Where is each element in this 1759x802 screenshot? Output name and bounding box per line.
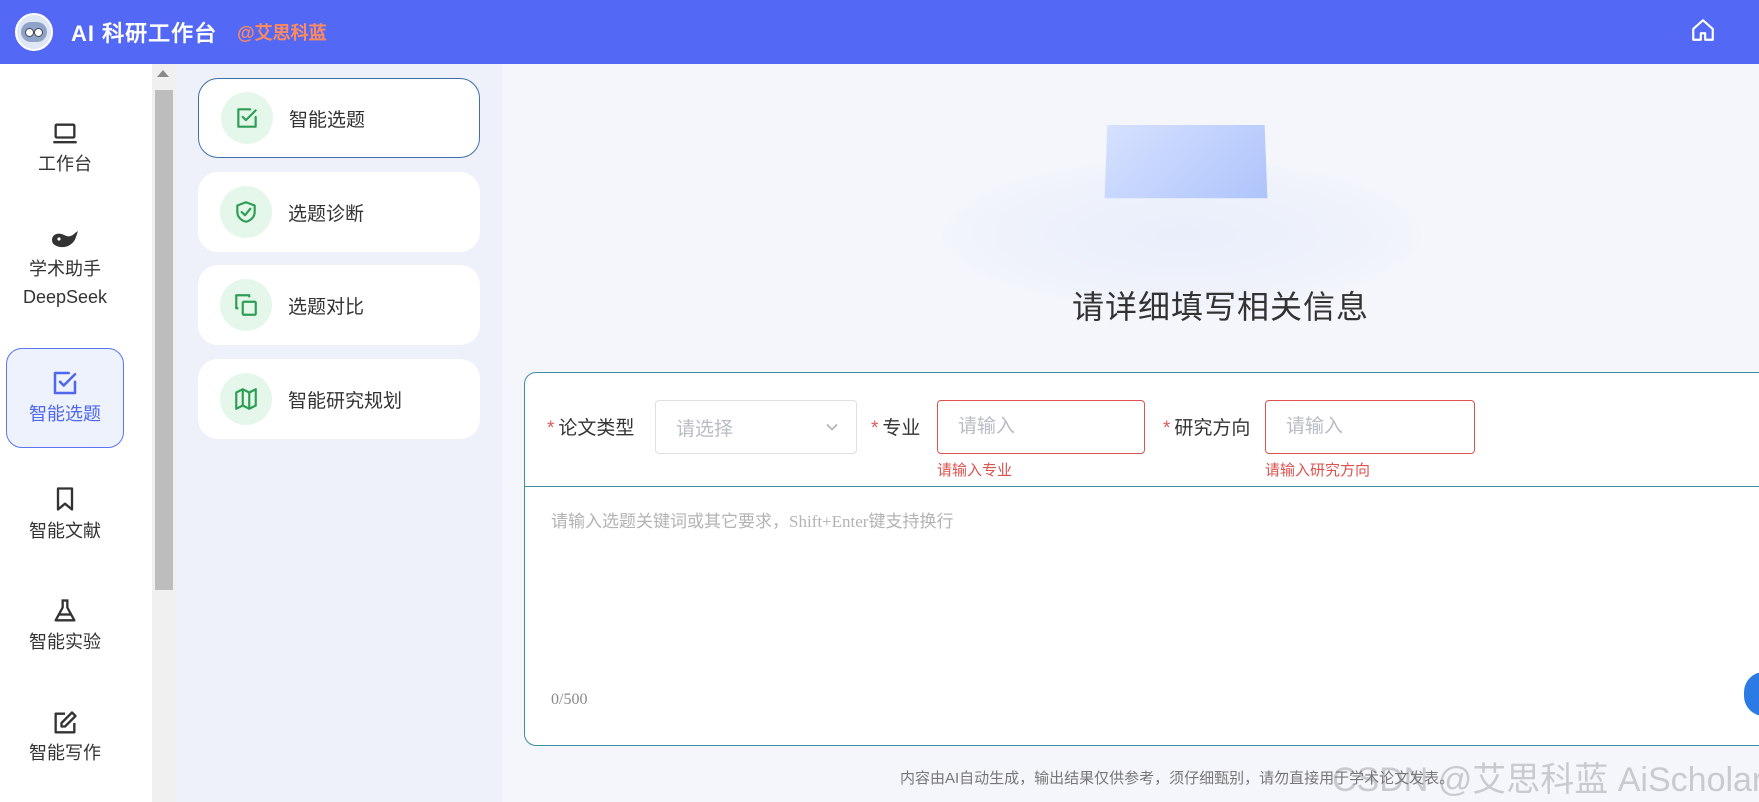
nav-item-label: 智能实验 xyxy=(29,632,101,652)
sub-item-label: 智能选题 xyxy=(289,109,366,131)
sub-item-topic-diagnosis[interactable]: 选题诊断 xyxy=(198,172,480,252)
sub-menu: 智能选题 选题诊断 选题对比 智能研究规划 xyxy=(176,64,502,802)
major-input[interactable] xyxy=(937,400,1145,454)
sub-icon-wrap xyxy=(220,279,272,331)
sub-item-label: 选题诊断 xyxy=(288,203,365,225)
home-button[interactable] xyxy=(1687,14,1719,46)
sub-item-label: 智能研究规划 xyxy=(288,390,403,412)
laptop-icon xyxy=(53,123,77,144)
checkbox-icon xyxy=(53,371,77,395)
flask-icon xyxy=(54,599,76,622)
paper-type-placeholder: 请选择 xyxy=(676,418,734,440)
sub-icon-wrap xyxy=(220,186,272,238)
scroll-up-arrow-icon[interactable] xyxy=(157,70,169,77)
sub-item-research-plan[interactable]: 智能研究规划 xyxy=(198,359,480,439)
sub-item-smart-topic[interactable]: 智能选题 xyxy=(198,78,480,158)
nav-item-label: 学术助手 xyxy=(29,259,101,279)
char-counter: 0/500 xyxy=(551,691,588,708)
whale-icon xyxy=(52,231,78,248)
form-fields-row: *论文类型 请选择 *专业 请输入专业 *研究方向 请输入研究方向 xyxy=(525,373,1759,487)
direction-input[interactable] xyxy=(1265,400,1475,454)
page-title: 请详细填写相关信息 xyxy=(1071,289,1369,325)
nav-item-smart-writing[interactable]: 智能写作 xyxy=(6,688,124,788)
top-header: AI 科研工作台 @艾思科蓝 xyxy=(0,0,1759,64)
bookmark-icon xyxy=(56,487,74,511)
home-icon xyxy=(1692,19,1714,41)
nav-item-sublabel: DeepSeek xyxy=(22,287,108,307)
watermark: CSDN @艾思科蓝 AiScholar xyxy=(1332,761,1759,799)
app-logo xyxy=(15,13,53,51)
sub-icon-wrap xyxy=(220,373,272,425)
map-icon xyxy=(235,388,257,410)
illustration-card xyxy=(1104,124,1268,199)
chevron-down-icon xyxy=(826,423,838,431)
copy-icon xyxy=(235,294,257,316)
app-handle: @艾思科蓝 xyxy=(237,23,327,43)
major-error: 请输入专业 xyxy=(937,462,1013,479)
sub-item-topic-compare[interactable]: 选题对比 xyxy=(198,265,480,345)
prompt-textarea[interactable] xyxy=(551,507,1751,687)
nav-item-label: 智能选题 xyxy=(29,404,101,424)
left-nav: 工作台 学术助手 DeepSeek 智能选题 智能文献 智能实验 智能写作 xyxy=(0,64,152,802)
nav-scrollbar[interactable] xyxy=(152,64,176,802)
sub-icon-wrap xyxy=(221,92,273,144)
nav-item-smart-literature[interactable]: 智能文献 xyxy=(6,464,124,564)
direction-label: * 研究方向 xyxy=(1163,418,1251,439)
topic-form: *论文类型 请选择 *专业 请输入专业 *研究方向 请输入研究方向 0/500 xyxy=(524,372,1759,746)
shield-check-icon xyxy=(236,201,256,223)
main-content: 请详细填写相关信息 *论文类型 请选择 *专业 请输入专业 *研究方向 请输入研… xyxy=(502,64,1759,802)
paper-type-label: * 论文类型 xyxy=(547,418,635,439)
nav-item-smart-experiment[interactable]: 智能实验 xyxy=(6,576,124,676)
nav-item-academic-assistant[interactable]: 学术助手 DeepSeek xyxy=(6,214,124,324)
nav-item-label: 智能写作 xyxy=(29,743,101,763)
edit-icon xyxy=(54,711,77,734)
nav-item-label: 智能文献 xyxy=(29,521,101,541)
direction-error: 请输入研究方向 xyxy=(1265,462,1371,479)
sub-item-label: 选题对比 xyxy=(288,296,365,318)
major-label: * 专业 xyxy=(871,418,921,439)
checkbox-icon xyxy=(237,108,257,128)
scroll-thumb[interactable] xyxy=(155,90,173,590)
nav-item-workbench[interactable]: 工作台 xyxy=(6,104,124,194)
paper-type-select[interactable]: 请选择 xyxy=(655,400,857,454)
nav-item-smart-topic[interactable]: 智能选题 xyxy=(6,348,124,448)
nav-item-label: 工作台 xyxy=(38,154,92,174)
app-title: AI 科研工作台 xyxy=(71,21,218,46)
